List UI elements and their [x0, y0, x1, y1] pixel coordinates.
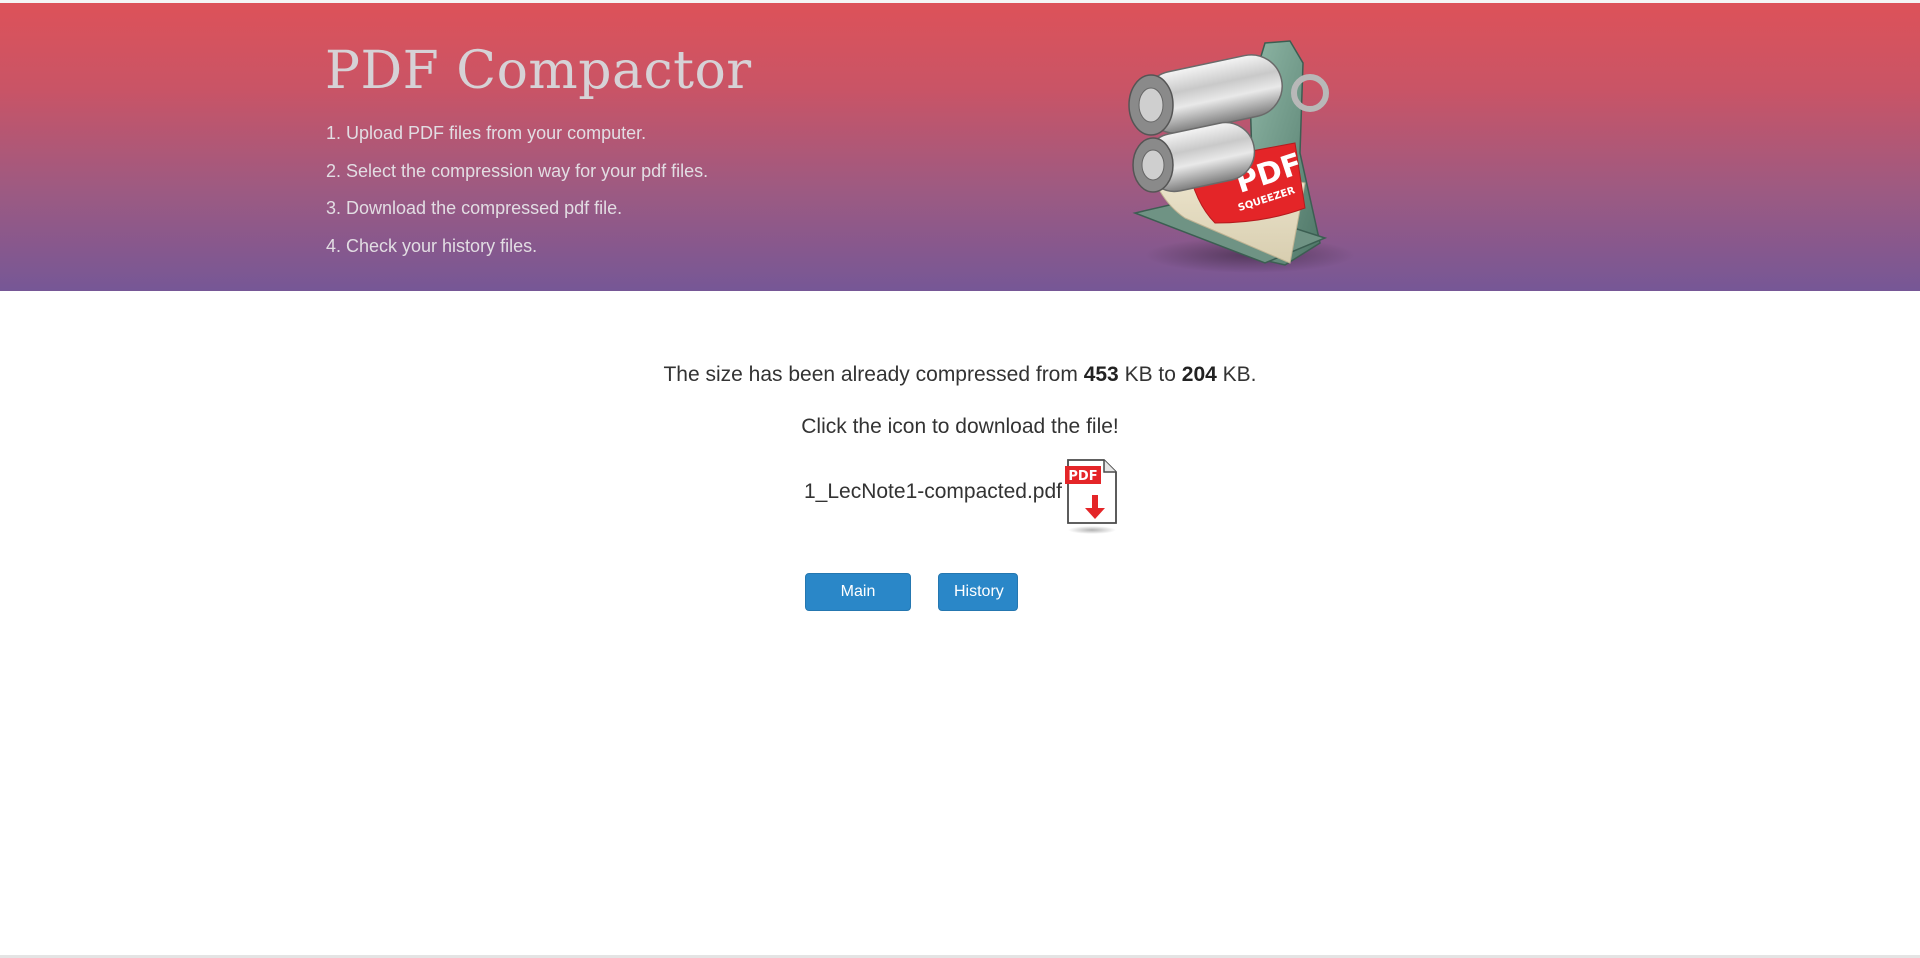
pdf-squeezer-logo-icon: PDF SQUEEZER	[1128, 40, 1355, 273]
summary-suffix: KB.	[1216, 363, 1257, 386]
step-upload: 1. Upload PDF files from your computer.	[326, 123, 647, 143]
pdf-icon-label: PDF	[1068, 469, 1097, 484]
page: PDF Compactor 1. Upload PDF files from y…	[0, 0, 1920, 958]
download-filename: 1_LecNote1-compacted.pdf	[804, 480, 1062, 503]
download-row: 1_LecNote1-compacted.pdf PDF	[804, 457, 1120, 537]
original-size: 453	[1083, 363, 1119, 386]
page-title: PDF Compactor	[325, 41, 752, 101]
step-select-compression: 2. Select the compression way for your p…	[326, 160, 709, 181]
pdf-download-icon[interactable]: PDF	[1064, 457, 1120, 537]
compression-summary: The size has been already compressed fro…	[0, 363, 1920, 387]
summary-middle: KB to	[1118, 363, 1182, 386]
compressed-size: 204	[1181, 363, 1217, 386]
step-download: 3. Download the compressed pdf file.	[326, 198, 623, 219]
steps-list: 1. Upload PDF files from your computer. …	[326, 121, 708, 271]
step-history: 4. Check your history files.	[326, 235, 538, 256]
summary-prefix: The size has been already compressed fro…	[663, 363, 1084, 386]
hero-banner: PDF Compactor 1. Upload PDF files from y…	[0, 3, 1920, 291]
history-button[interactable]: History	[938, 573, 1018, 611]
main-page-button[interactable]: Main page	[805, 573, 911, 636]
download-instruction: Click the icon to download the file!	[801, 415, 1119, 438]
